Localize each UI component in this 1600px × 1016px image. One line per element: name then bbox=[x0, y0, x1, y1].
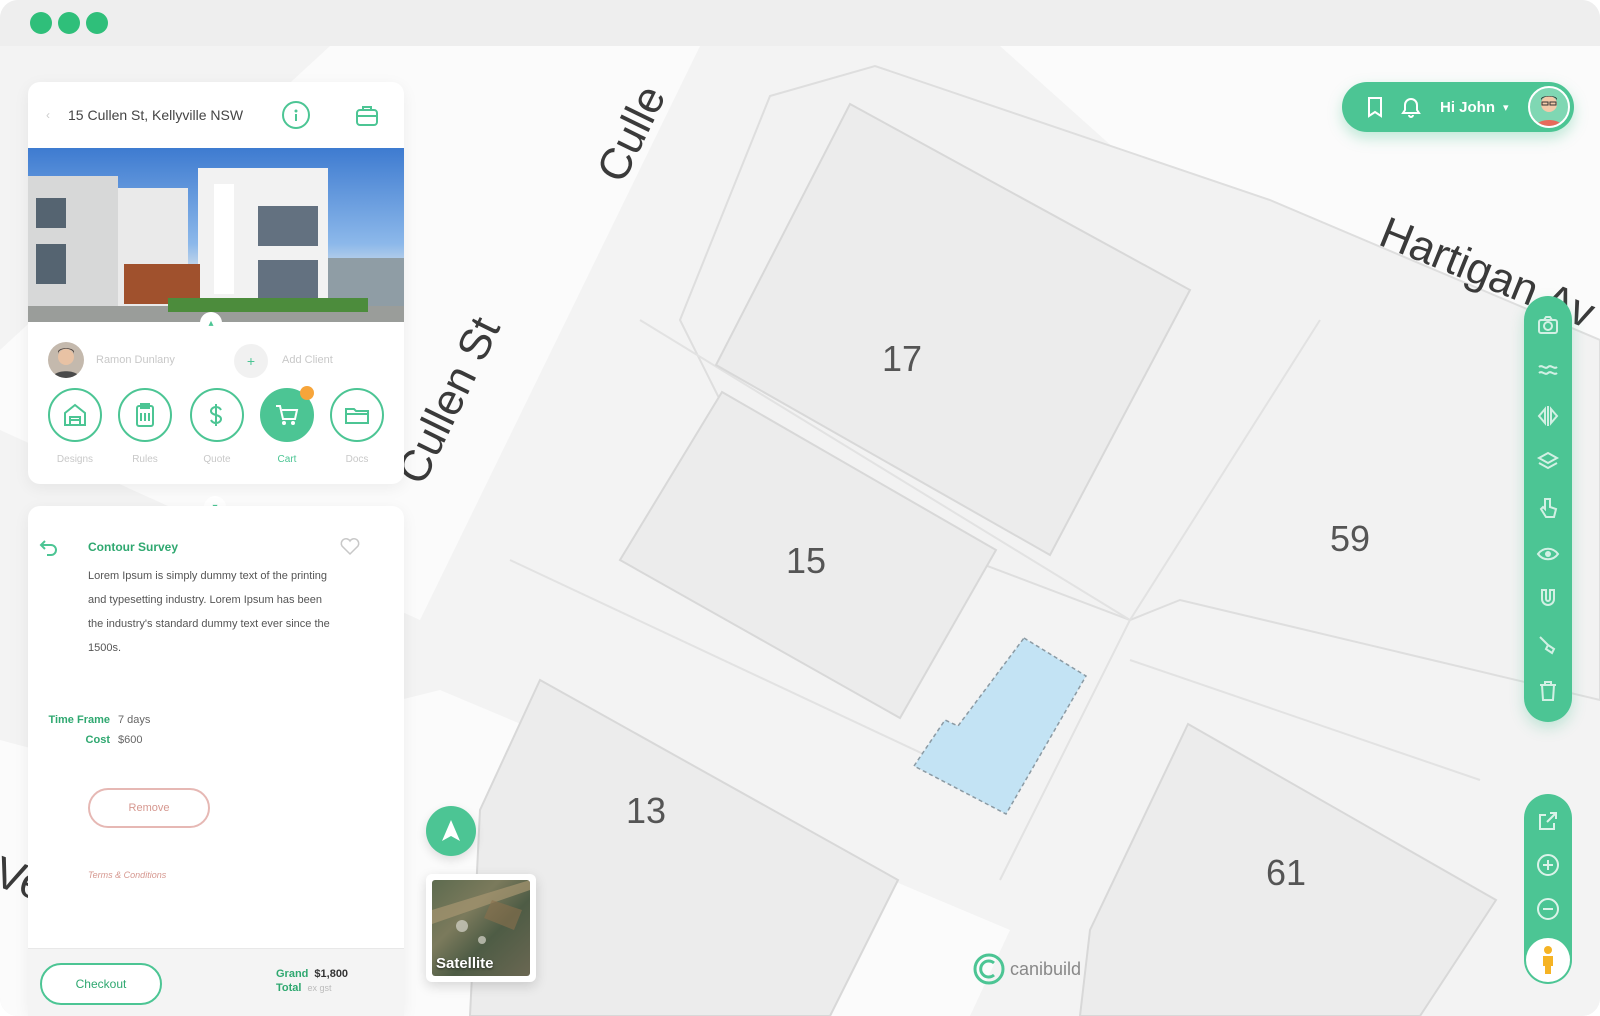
lot-number-61: 61 bbox=[1266, 852, 1307, 893]
zoom-out-icon[interactable] bbox=[1533, 894, 1563, 924]
satellite-label: Satellite bbox=[436, 955, 494, 972]
action-rules[interactable]: Rules bbox=[118, 388, 172, 465]
action-label: Quote bbox=[203, 454, 231, 465]
app-window: Cullen St Culle Hartigan Av Ve 17 15 59 … bbox=[0, 0, 1600, 1016]
mirror-icon[interactable] bbox=[1533, 402, 1563, 431]
lot-number-59: 59 bbox=[1330, 518, 1371, 559]
user-menu[interactable]: Hi John ▾ bbox=[1342, 82, 1574, 132]
time-frame-value: 7 days bbox=[118, 714, 151, 726]
trash-icon[interactable] bbox=[1533, 676, 1563, 705]
brand-name: canibuild bbox=[1010, 958, 1082, 979]
layers-icon[interactable] bbox=[1533, 447, 1563, 476]
chevron-down-icon[interactable]: ▾ bbox=[1503, 101, 1509, 114]
satellite-thumbnail: Satellite bbox=[432, 880, 530, 976]
eye-icon[interactable] bbox=[1533, 539, 1563, 568]
checkout-button[interactable]: Checkout bbox=[40, 963, 162, 1005]
grand-total: Grand $1,800 Total ex gst bbox=[276, 967, 348, 995]
action-quote[interactable]: Quote bbox=[190, 388, 244, 465]
action-docs[interactable]: Docs bbox=[330, 388, 384, 465]
lot-number-13: 13 bbox=[626, 790, 667, 831]
map-tools-toolbar bbox=[1524, 296, 1572, 722]
compass-arrow-icon bbox=[442, 820, 460, 841]
agent-row: Ramon Dunlany + Add Client bbox=[28, 322, 404, 384]
action-cart[interactable]: Cart bbox=[260, 386, 314, 465]
cost-label: Cost bbox=[85, 734, 110, 746]
pointer-icon[interactable] bbox=[1533, 493, 1563, 522]
grand-label: Grand bbox=[276, 968, 309, 980]
property-header: ‹ 15 Cullen St, Kellyville NSW bbox=[28, 82, 404, 148]
plus-icon: + bbox=[246, 353, 256, 369]
agent-name: Ramon Dunlany bbox=[96, 354, 175, 366]
house-icon bbox=[48, 388, 102, 442]
cost-value: $600 bbox=[118, 734, 143, 746]
dollar-icon bbox=[190, 388, 244, 442]
property-card: ‹ 15 Cullen St, Kellyville NSW ▴ Ramon D… bbox=[28, 82, 404, 484]
total-label: Total bbox=[276, 982, 302, 994]
user-avatar[interactable] bbox=[1528, 86, 1570, 128]
heart-icon[interactable] bbox=[338, 534, 362, 558]
brush-icon[interactable] bbox=[1533, 630, 1563, 659]
property-actions: Designs Rules Quote Cart Docs bbox=[48, 386, 388, 478]
bookmark-icon[interactable] bbox=[1364, 96, 1386, 118]
lot-number-17: 17 bbox=[882, 338, 923, 379]
action-label: Designs bbox=[56, 454, 94, 465]
window-minimize-dot[interactable] bbox=[58, 12, 80, 34]
time-frame-row: Time Frame 7 days bbox=[26, 714, 150, 726]
property-photo bbox=[28, 148, 404, 322]
back-chevron-icon[interactable]: ‹ bbox=[46, 108, 60, 122]
action-label: Docs bbox=[345, 454, 369, 465]
terms-link[interactable]: Terms & Conditions bbox=[88, 870, 166, 880]
bag-icon[interactable] bbox=[352, 100, 382, 130]
compass-button[interactable] bbox=[426, 806, 476, 856]
title-bar bbox=[0, 0, 1600, 46]
service-title: Contour Survey bbox=[88, 540, 179, 554]
brand-logo: canibuild bbox=[972, 952, 1081, 986]
pegman-icon[interactable] bbox=[1526, 938, 1570, 982]
action-label: Cart bbox=[277, 454, 297, 465]
zoom-toolbar bbox=[1524, 794, 1572, 984]
window-close-dot[interactable] bbox=[30, 12, 52, 34]
tax-note: ex gst bbox=[307, 983, 332, 993]
share-icon[interactable] bbox=[1533, 806, 1563, 836]
user-greeting[interactable]: Hi John bbox=[1440, 99, 1495, 116]
selected-lot[interactable] bbox=[912, 637, 1088, 815]
cart-badge bbox=[300, 386, 314, 400]
agent-avatar[interactable] bbox=[48, 342, 84, 378]
action-designs[interactable]: Designs bbox=[48, 388, 102, 465]
total-value: $1,800 bbox=[314, 968, 349, 980]
undo-icon[interactable] bbox=[32, 530, 66, 564]
bell-icon[interactable] bbox=[1400, 96, 1422, 118]
add-client-label: Add Client bbox=[282, 354, 333, 366]
time-frame-label: Time Frame bbox=[48, 714, 110, 726]
checkout-footer: Checkout Grand $1,800 Total ex gst bbox=[28, 948, 404, 1016]
lot-number-15: 15 bbox=[786, 540, 827, 581]
clipboard-icon bbox=[118, 388, 172, 442]
remove-button[interactable]: Remove bbox=[88, 788, 210, 828]
canibuild-logo-icon bbox=[973, 953, 1005, 985]
zoom-in-icon[interactable] bbox=[1533, 850, 1563, 880]
satellite-toggle[interactable]: Satellite bbox=[426, 874, 536, 982]
service-description: Lorem Ipsum is simply dummy text of the … bbox=[88, 570, 330, 654]
magnet-icon[interactable] bbox=[1533, 585, 1563, 614]
cost-row: Cost $600 bbox=[26, 734, 143, 746]
folder-icon bbox=[330, 388, 384, 442]
action-label: Rules bbox=[132, 454, 158, 465]
waves-icon[interactable] bbox=[1533, 356, 1563, 385]
service-card: Contour Survey Lorem Ipsum is simply dum… bbox=[28, 506, 404, 1014]
camera-icon[interactable] bbox=[1533, 310, 1563, 339]
info-icon[interactable] bbox=[282, 101, 310, 129]
property-address: 15 Cullen St, Kellyville NSW bbox=[68, 107, 244, 123]
add-client-button[interactable]: + bbox=[234, 344, 268, 378]
window-maximize-dot[interactable] bbox=[86, 12, 108, 34]
